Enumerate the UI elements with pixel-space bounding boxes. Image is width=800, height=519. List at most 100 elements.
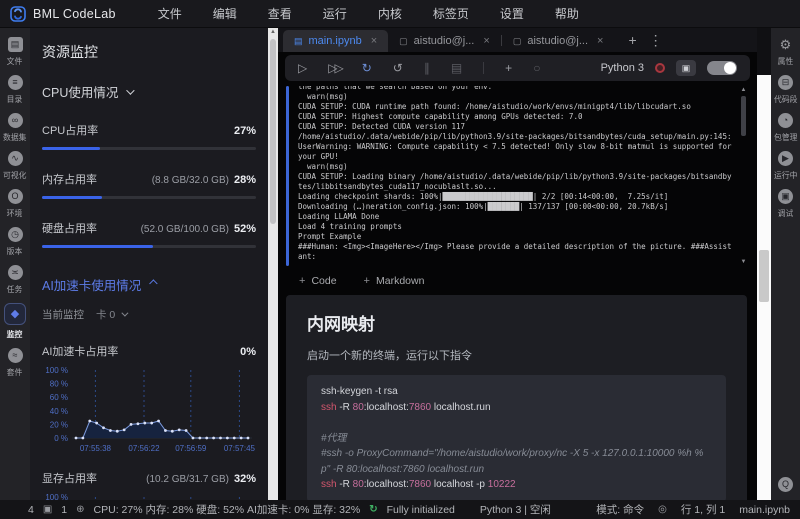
tab-2[interactable]: ▢ aistudio@j... × xyxy=(388,30,501,52)
sidebar-item-8[interactable]: ◆ 监控 xyxy=(0,303,30,340)
scroll-up-icon[interactable]: ▲ xyxy=(741,86,747,94)
gear-icon: ⚙ xyxy=(779,37,792,52)
refresh-button[interactable]: ↺ xyxy=(393,61,403,75)
close-icon[interactable]: × xyxy=(371,35,377,47)
record-button[interactable]: ○ xyxy=(533,61,540,75)
ai-section-title: AI加速卡使用情况 xyxy=(42,279,142,293)
menu-item-3[interactable]: 查看 xyxy=(268,5,292,22)
scrollbar-thumb[interactable] xyxy=(759,250,769,302)
close-icon[interactable]: × xyxy=(597,35,603,47)
kernel-count[interactable]: 1 xyxy=(61,504,67,516)
menu-item-1[interactable]: 文件 xyxy=(158,5,182,22)
notification-icon[interactable]: ◎ xyxy=(658,504,667,515)
markdown-cell[interactable]: 内网映射 启动一个新的终端，运行以下指令 ssh-keygen -t rsa ss… xyxy=(286,295,747,500)
environment-icon: O xyxy=(7,189,23,204)
restart-kernel-button[interactable]: ↻ xyxy=(362,61,372,75)
export-button[interactable]: ▤ xyxy=(451,61,462,75)
sidebar-label: 监控 xyxy=(7,329,23,339)
sidebar-item-2[interactable]: ≡ 目录 xyxy=(0,75,30,105)
sidebar-item-3[interactable]: ∞ 数据集 xyxy=(0,113,30,143)
menu-item-8[interactable]: 帮助 xyxy=(555,5,579,22)
notebook-toolbar: ▷ ▷▷ ↻ ↺ ∥ ▤ + ○ Python 3 ▣ xyxy=(285,55,750,81)
sync-icon: ↻ xyxy=(369,504,378,515)
add-markdown-cell-button[interactable]: + Markdown xyxy=(364,275,425,287)
close-icon[interactable]: × xyxy=(483,35,489,47)
console-output: the paths that we search based on your e… xyxy=(298,86,732,261)
terminal-count[interactable]: 4 xyxy=(28,504,34,516)
tab-more-button[interactable]: ⋮ xyxy=(649,32,663,49)
add-tab-button[interactable]: + xyxy=(628,32,636,48)
menu-item-4[interactable]: 运行 xyxy=(323,5,347,22)
tasks-icon: ≍ xyxy=(7,265,23,280)
scrollbar-thumb[interactable] xyxy=(741,96,746,136)
console-output-wrap: the paths that we search based on your e… xyxy=(298,86,749,266)
rightbar-bottom[interactable]: Q xyxy=(771,477,800,492)
panel-toggle-button[interactable]: ▣ xyxy=(676,60,696,76)
sidebar-item-1[interactable]: ▤ 文件 xyxy=(0,37,30,67)
rightbar-item-1[interactable]: ⚙ 属性 xyxy=(771,37,800,67)
terminal-icon[interactable]: ▣ xyxy=(43,504,52,515)
menu-item-5[interactable]: 内核 xyxy=(378,5,402,22)
meter-label: 硬盘占用率 xyxy=(42,223,97,235)
sidebar-label: 文件 xyxy=(7,56,23,66)
ai-usage-value: 0% xyxy=(240,346,256,358)
add-code-cell-button[interactable]: + Code xyxy=(299,275,337,287)
menu-item-6[interactable]: 标签页 xyxy=(433,5,469,22)
file-icon: ▢ xyxy=(512,35,522,46)
console-scrollbar[interactable]: ▲ ▼ xyxy=(739,86,748,266)
sidebar-item-5[interactable]: O 环境 xyxy=(0,189,30,219)
rightbar-item-2[interactable]: ⊟ 代码段 xyxy=(771,75,800,105)
tab-3[interactable]: ▢ aistudio@j... × xyxy=(502,30,615,52)
monitor-row: 当前监控 卡 0 xyxy=(42,307,256,322)
run-all-button[interactable]: ▷▷ xyxy=(328,61,344,75)
resource-meter-1: CPU占用率 27% xyxy=(42,122,256,150)
rightbar-label: 包管理 xyxy=(773,132,798,142)
svg-text:40 %: 40 % xyxy=(50,407,68,416)
sidebar-item-7[interactable]: ≍ 任务 xyxy=(0,265,30,295)
bml-codelab-window: BML CodeLab 文件 编辑 查看 运行 内核 标签页 设置 帮助 ▤ 文件 ≡ 目录 ∞ 数据集… xyxy=(0,0,800,519)
scrollbar-thumb[interactable] xyxy=(270,39,276,224)
statusbar: 4 ▣ 1 ⊕ CPU: 27% 内存: 28% 硬盘: 52% AI加速卡: 0% 显… xyxy=(0,500,800,519)
add-cell-button[interactable]: + xyxy=(505,61,512,75)
kernel-status-label[interactable]: Python 3 | 空闲 xyxy=(480,502,551,517)
left-activity-rail: ▤ 文件 ≡ 目录 ∞ 数据集 ∿ 可视化 O 环境 ◷ 版本 ≍ 任务 ◆ 监控 ≈ 套件 xyxy=(0,28,30,500)
resource-summary: CPU: 27% 内存: 28% 硬盘: 52% AI加速卡: 0% 显存: 3… xyxy=(93,504,361,516)
menu-item-7[interactable]: 设置 xyxy=(500,5,524,22)
left-panel-scrollbar[interactable]: ▲ xyxy=(268,28,278,500)
markdown-heading: 内网映射 xyxy=(307,315,375,334)
cursor-position[interactable]: 行 1, 列 1 xyxy=(681,502,725,517)
scroll-up-icon[interactable]: ▲ xyxy=(268,28,278,37)
code-token: 7860 xyxy=(408,401,432,413)
ai-section-header[interactable]: AI加速卡使用情况 xyxy=(42,275,256,294)
statusbar-right: 模式: 命令 ◎ 行 1, 列 1 main.ipynb xyxy=(596,502,790,517)
sidebar-item-4[interactable]: ∿ 可视化 xyxy=(0,151,30,181)
cpu-section-header[interactable]: CPU使用情况 xyxy=(42,82,256,101)
tab-1[interactable]: ▤ main.ipynb × xyxy=(283,30,389,52)
kernels-icon[interactable]: ⊕ xyxy=(76,504,84,515)
meter-value: 28% xyxy=(233,174,256,186)
notebook-icon: ▤ xyxy=(294,35,303,46)
menu-item-2[interactable]: 编辑 xyxy=(213,5,237,22)
code-token: ssh xyxy=(321,479,337,490)
notebook-scrollbar[interactable] xyxy=(757,75,771,500)
kernel-name-label[interactable]: Python 3 xyxy=(601,62,644,74)
run-cell-button[interactable]: ▷ xyxy=(298,61,307,75)
rightbar-item-5[interactable]: ▣ 调试 xyxy=(771,189,800,219)
sidebar-item-9[interactable]: ≈ 套件 xyxy=(0,348,30,378)
rightbar-item-3[interactable]: ◔ 包管理 xyxy=(771,113,800,143)
toolbar-toggle-switch[interactable] xyxy=(707,61,737,75)
meter-detail: (52.0 GB/100.0 GB) xyxy=(140,224,229,235)
code-line: ssh-keygen -t rsa xyxy=(321,384,712,400)
rightbar-item-4[interactable]: ▶ 运行中 xyxy=(771,151,800,181)
card-select-dropdown[interactable]: 卡 0 xyxy=(96,307,129,322)
sidebar-item-6[interactable]: ◷ 版本 xyxy=(0,227,30,257)
mode-indicator[interactable]: 模式: 命令 xyxy=(596,502,644,517)
sidebar-label: 版本 xyxy=(7,246,23,256)
tab-label: aistudio@j... xyxy=(527,35,589,47)
tabbar: ▤ main.ipynb × ▢ aistudio@j... × ▢ aistudio@j..… xyxy=(278,28,757,52)
meter-row: CPU占用率 27% xyxy=(42,122,256,138)
svg-text:0 %: 0 % xyxy=(54,434,68,443)
scroll-down-icon[interactable]: ▼ xyxy=(741,258,747,266)
menu-items: 文件 编辑 查看 运行 内核 标签页 设置 帮助 xyxy=(158,5,579,22)
interrupt-button[interactable]: ∥ xyxy=(424,61,430,75)
